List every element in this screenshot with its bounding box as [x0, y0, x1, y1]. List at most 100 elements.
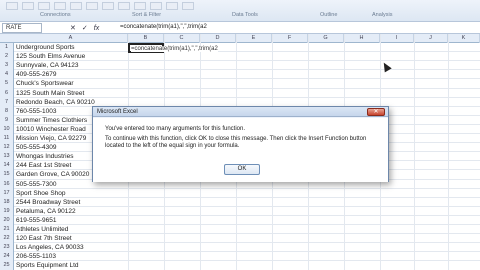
group-label-connections: Connections [40, 12, 71, 18]
cell-a[interactable]: Petaluma, CA 90122 [16, 207, 76, 216]
table-row: 22 120 East 7th Street [0, 234, 480, 244]
cell-a[interactable]: 760-555-1003 [16, 107, 56, 116]
row-number[interactable]: 14 [0, 161, 14, 171]
row-number[interactable]: 23 [0, 243, 14, 253]
column-header-c[interactable]: C [164, 34, 200, 43]
row-number[interactable]: 22 [0, 234, 14, 244]
column-header-g[interactable]: G [308, 34, 344, 43]
name-box[interactable]: RATE [2, 23, 42, 33]
row-number[interactable]: 2 [0, 52, 14, 62]
table-row: 18 2544 Broadway Street [0, 197, 480, 207]
cell-a[interactable]: Los Angeles, CA 90033 [16, 243, 84, 252]
row-number[interactable]: 10 [0, 124, 14, 135]
cell-a[interactable]: 244 East 1st Street [16, 161, 71, 170]
row-number[interactable]: 15 [0, 170, 14, 180]
table-row: 2 125 South Elms Avenue [0, 52, 480, 62]
ribbon-button[interactable] [22, 2, 34, 10]
row-number[interactable]: 18 [0, 197, 14, 207]
ribbon-button[interactable] [182, 2, 194, 10]
row-number[interactable]: 3 [0, 61, 14, 71]
column-header-b[interactable]: B [128, 34, 164, 43]
cell-a[interactable]: 120 East 7th Street [16, 234, 72, 243]
row-number[interactable]: 4 [0, 70, 14, 80]
ribbon-button[interactable] [86, 2, 98, 10]
dialog-title: Microsoft Excel [97, 109, 138, 115]
cell-a[interactable]: Sports Equipment Ltd [16, 261, 79, 270]
group-label-analysis: Analysis [372, 12, 393, 18]
active-cell-text: =concatenate(trim(a1),",",trim(a2 [131, 46, 218, 52]
row-number[interactable]: 6 [0, 88, 14, 98]
cell-a[interactable]: 505-555-7300 [16, 180, 56, 189]
cell-a[interactable]: 1325 South Main Street [16, 89, 84, 98]
column-header-e[interactable]: E [236, 34, 272, 43]
row-number[interactable]: 20 [0, 215, 14, 226]
column-header-a[interactable]: A [14, 34, 128, 43]
row-number[interactable]: 13 [0, 152, 14, 162]
cell-a[interactable]: Athletes Unlimited [16, 225, 68, 234]
cell-a[interactable]: Sport Shoe Shop [16, 189, 66, 198]
cell-a[interactable]: 505-555-4309 [16, 143, 56, 152]
row-number[interactable]: 5 [0, 79, 14, 89]
cell-a[interactable]: 10010 Winchester Road [16, 125, 86, 134]
row-number[interactable]: 1 [0, 43, 14, 53]
ribbon-button[interactable] [38, 2, 50, 10]
column-header-h[interactable]: H [344, 34, 380, 43]
row-number[interactable]: 25 [0, 261, 14, 270]
cell-a[interactable]: 619-555-9651 [16, 216, 56, 225]
row-number[interactable]: 17 [0, 188, 14, 198]
table-row: 3 Sunnyvale, CA 94123 [0, 61, 480, 71]
enter-icon[interactable]: ✓ [82, 24, 88, 32]
row-number[interactable]: 11 [0, 134, 14, 144]
active-cell[interactable]: =concatenate(trim(a1),",",trim(a2 [128, 43, 218, 53]
dialog-title-bar[interactable]: Microsoft Excel ✕ [93, 107, 388, 117]
dialog-message-primary: You've entered too many arguments for th… [105, 126, 246, 132]
ribbon-button[interactable] [70, 2, 82, 10]
ribbon-button[interactable] [150, 2, 162, 10]
row-number[interactable]: 16 [0, 179, 14, 189]
formula-input[interactable]: =concatenate(trim(a1),",",trim(a2 [118, 23, 476, 33]
row-number[interactable]: 21 [0, 225, 14, 235]
cell-a[interactable]: Mission Viejo, CA 92279 [16, 134, 86, 143]
ribbon-button[interactable] [166, 2, 178, 10]
row-number[interactable]: 12 [0, 143, 14, 153]
cell-a[interactable]: Redondo Beach, CA 90210 [16, 98, 95, 107]
table-row: 24 206-555-1103 [0, 252, 480, 262]
cell-a[interactable]: 125 South Elms Avenue [16, 52, 85, 61]
close-button[interactable]: ✕ [367, 108, 385, 116]
cell-a[interactable]: 206-555-1103 [16, 252, 56, 261]
group-label-outline: Outline [320, 12, 338, 18]
column-header-j[interactable]: J [414, 34, 448, 43]
cell-a[interactable]: 409-555-2679 [16, 70, 56, 79]
formula-bar: RATE ✕ ✓ fx =concatenate(trim(a1),",",tr… [0, 22, 480, 34]
row-number[interactable]: 19 [0, 206, 14, 216]
column-header-d[interactable]: D [200, 34, 236, 43]
cell-a[interactable]: 2544 Broadway Street [16, 198, 80, 207]
ribbon-button[interactable] [118, 2, 130, 10]
row-number[interactable]: 24 [0, 252, 14, 262]
column-header-i[interactable]: I [380, 34, 414, 43]
cell-a[interactable]: Whongas Industries [16, 152, 73, 161]
group-label-data-tools: Data Tools [232, 12, 258, 18]
cell-a[interactable]: Summer Times Clothiers [16, 116, 87, 125]
cell-a[interactable]: Garden Grove, CA 90020 [16, 170, 89, 179]
table-row: 1 Underground Sports [0, 43, 480, 53]
cell-a[interactable]: Chuck's Sportswear [16, 79, 74, 88]
group-label-sort-filter: Sort & Filter [132, 12, 162, 18]
cell-a[interactable]: Underground Sports [16, 43, 75, 52]
cell-a[interactable]: Sunnyvale, CA 94123 [16, 61, 79, 70]
table-row: 4 409-555-2679 [0, 70, 480, 80]
row-number[interactable]: 7 [0, 97, 14, 107]
insert-function-icon[interactable]: fx [94, 25, 99, 32]
row-number[interactable]: 9 [0, 115, 14, 125]
ribbon-button[interactable] [102, 2, 114, 10]
ok-button[interactable]: OK [224, 164, 260, 175]
ribbon-button[interactable] [6, 2, 18, 10]
ribbon-buttons [6, 2, 194, 11]
row-number[interactable]: 8 [0, 106, 14, 116]
ribbon-button[interactable] [54, 2, 66, 10]
column-header-k[interactable]: K [448, 34, 480, 43]
ribbon-button[interactable] [134, 2, 146, 10]
formula-bar-buttons: ✕ ✓ fx [70, 23, 114, 33]
cancel-icon[interactable]: ✕ [70, 24, 76, 32]
column-header-f[interactable]: F [272, 34, 308, 43]
